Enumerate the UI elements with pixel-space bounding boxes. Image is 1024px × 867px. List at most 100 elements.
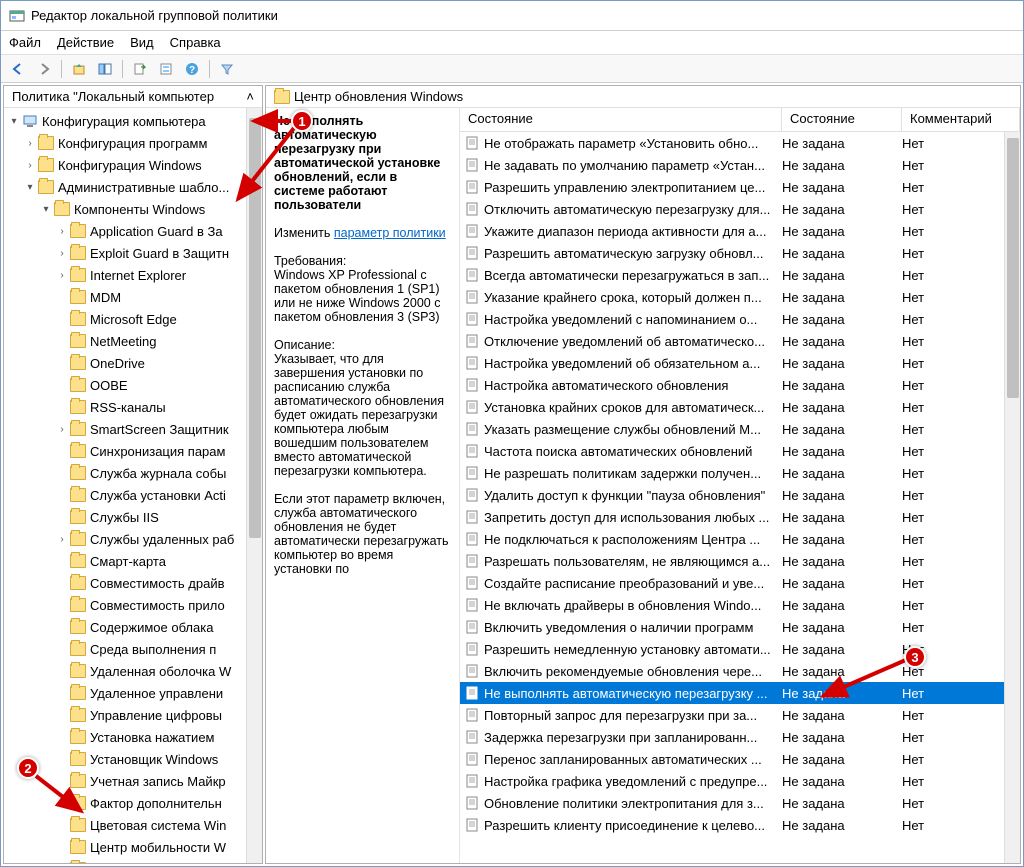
tree-item-15[interactable]: Смарт-карта [4,550,262,572]
list-row[interactable]: Включить уведомления о наличии программН… [460,616,1020,638]
list-row[interactable]: Указание крайнего срока, который должен … [460,286,1020,308]
tree-config-windows[interactable]: ›Конфигурация Windows [4,154,262,176]
tree-item-12[interactable]: Служба установки Acti [4,484,262,506]
tree-item-22[interactable]: Управление цифровы [4,704,262,726]
tree-item-1[interactable]: ›Exploit Guard в Защитн [4,242,262,264]
list-row[interactable]: Отключить автоматическую перезагрузку дл… [460,198,1020,220]
list-row[interactable]: Установка крайних сроков для автоматичес… [460,396,1020,418]
tree-item-8[interactable]: RSS-каналы [4,396,262,418]
list-row[interactable]: Обновление политики электропитания для з… [460,792,1020,814]
list-row[interactable]: Указать размещение службы обновлений М..… [460,418,1020,440]
tree-item-4[interactable]: Microsoft Edge [4,308,262,330]
show-hide-tree-button[interactable] [94,58,116,80]
tree-item-10[interactable]: Синхронизация парам [4,440,262,462]
help-button[interactable]: ? [181,58,203,80]
list-row[interactable]: Не разрешать политикам задержки получен.… [460,462,1020,484]
tree-item-5[interactable]: NetMeeting [4,330,262,352]
list-row[interactable]: Настройка автоматического обновленияНе з… [460,374,1020,396]
list-row[interactable]: Включить рекомендуемые обновления чере..… [460,660,1020,682]
forward-button[interactable] [33,58,55,80]
list-row[interactable]: Перенос запланированных автоматических .… [460,748,1020,770]
tree-windows-components[interactable]: ▾Компоненты Windows [4,198,262,220]
tree-admin-templates[interactable]: ▾Административные шабло... [4,176,262,198]
list-row[interactable]: Всегда автоматически перезагружаться в з… [460,264,1020,286]
folder-icon [70,246,86,260]
list-row[interactable]: Не подключаться к расположениям Центра .… [460,528,1020,550]
annotation-badge-2: 2 [17,757,39,779]
tree-item-11[interactable]: Служба журнала собы [4,462,262,484]
tree-item-17[interactable]: Совместимость прило [4,594,262,616]
list-row[interactable]: Создайте расписание преобразований и уве… [460,572,1020,594]
col-name[interactable]: Состояние [460,108,782,131]
menu-file[interactable]: Файл [9,35,41,50]
list-row[interactable]: Настройка уведомлений об обязательном а.… [460,352,1020,374]
list-row[interactable]: Укажите диапазон периода активности для … [460,220,1020,242]
list-row[interactable]: Разрешить клиенту присоединение к целево… [460,814,1020,836]
tree-scrollbar[interactable] [246,108,262,863]
tree-item-14[interactable]: ›Службы удаленных раб [4,528,262,550]
folder-icon [70,620,86,634]
list-row[interactable]: Частота поиска автоматических обновлений… [460,440,1020,462]
tree-item-20[interactable]: Удаленная оболочка W [4,660,262,682]
tree-item-26[interactable]: Фактор дополнительн [4,792,262,814]
list-row[interactable]: Запретить доступ для использования любых… [460,506,1020,528]
folder-icon [70,466,86,480]
policy-list: Состояние Состояние Комментарий Не отобр… [460,108,1020,863]
list-row[interactable]: Не выполнять автоматическую перезагрузку… [460,682,1020,704]
properties-button[interactable] [155,58,177,80]
col-state[interactable]: Состояние [782,108,902,131]
back-button[interactable] [7,58,29,80]
list-row[interactable]: Отключение уведомлений об автоматическо.… [460,330,1020,352]
tree-root[interactable]: ▾Конфигурация компьютера [4,110,262,132]
tree-item-13[interactable]: Службы IIS [4,506,262,528]
list-scrollbar[interactable] [1004,132,1020,863]
list-row[interactable]: Разрешать пользователям, не являющимся а… [460,550,1020,572]
col-comment[interactable]: Комментарий [902,108,1020,131]
list-row[interactable]: Разрешить немедленную установку автомати… [460,638,1020,660]
tree-item-28[interactable]: Центр мобильности W [4,836,262,858]
edit-policy-link[interactable]: параметр политики [334,226,446,240]
policy-comment: Нет [902,180,1020,195]
list-row[interactable]: Не отображать параметр «Установить обно.… [460,132,1020,154]
policy-name: Настройка графика уведомлений с предупре… [484,774,767,789]
tree-item-29[interactable]: Центр обеспечения бе [4,858,262,863]
tree-item-21[interactable]: Удаленное управлени [4,682,262,704]
list-row[interactable]: Не включать драйверы в обновления Windo.… [460,594,1020,616]
tree-item-19[interactable]: Среда выполнения п [4,638,262,660]
tree-item-2[interactable]: ›Internet Explorer [4,264,262,286]
tree-item-23[interactable]: Установка нажатием [4,726,262,748]
list-row[interactable]: Повторный запрос для перезагрузки при за… [460,704,1020,726]
svg-text:?: ? [189,65,195,76]
tree-item-9[interactable]: ›SmartScreen Защитник [4,418,262,440]
twisty-icon: › [56,226,68,237]
list-row[interactable]: Не задавать по умолчанию параметр «Устан… [460,154,1020,176]
up-button[interactable] [68,58,90,80]
tree-item-7[interactable]: OOBE [4,374,262,396]
filter-button[interactable] [216,58,238,80]
policy-icon [464,135,480,151]
export-button[interactable] [129,58,151,80]
tree-config-programs[interactable]: ›Конфигурация программ [4,132,262,154]
list-row[interactable]: Задержка перезагрузки при запланированн.… [460,726,1020,748]
tree-item-18[interactable]: Содержимое облака [4,616,262,638]
list-row[interactable]: Настройка графика уведомлений с предупре… [460,770,1020,792]
policy-name: Включить уведомления о наличии программ [484,620,753,635]
folder-icon [70,730,86,744]
tree-item-16[interactable]: Совместимость драйв [4,572,262,594]
tree-label: OneDrive [90,356,145,371]
annotation-badge-3: 3 [904,646,926,668]
policy-state: Не задана [782,246,902,261]
list-row[interactable]: Удалить доступ к функции "пауза обновлен… [460,484,1020,506]
tree-item-6[interactable]: OneDrive [4,352,262,374]
menu-view[interactable]: Вид [130,35,154,50]
tree-item-3[interactable]: MDM [4,286,262,308]
tree-item-27[interactable]: Цветовая система Win [4,814,262,836]
tree-item-25[interactable]: Учетная запись Майкр [4,770,262,792]
list-row[interactable]: Настройка уведомлений с напоминанием о..… [460,308,1020,330]
list-row[interactable]: Разрешить автоматическую загрузку обновл… [460,242,1020,264]
tree-item-24[interactable]: Установщик Windows [4,748,262,770]
tree-item-0[interactable]: ›Application Guard в За [4,220,262,242]
menu-help[interactable]: Справка [170,35,221,50]
list-row[interactable]: Разрешить управлению электропитанием це.… [460,176,1020,198]
menu-action[interactable]: Действие [57,35,114,50]
